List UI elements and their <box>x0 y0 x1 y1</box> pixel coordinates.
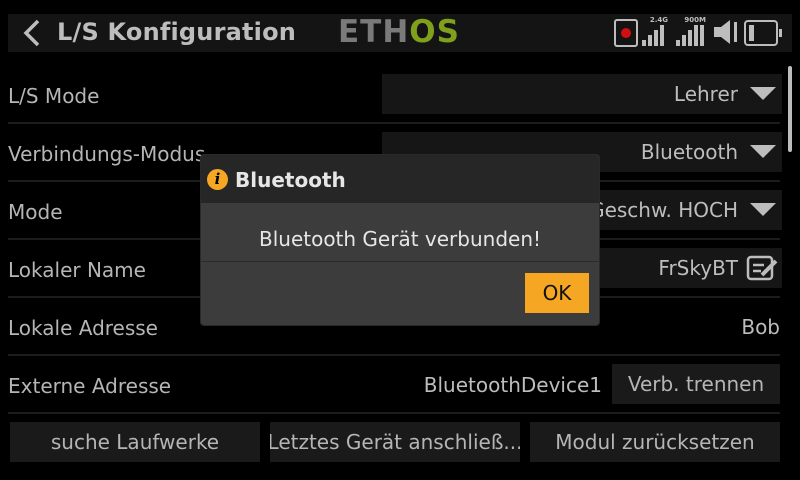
chevron-down-icon <box>750 145 776 158</box>
signal-900m-label: 900M <box>684 16 706 24</box>
setting-row-external-address: Externe Adresse BluetoothDevice1 Verb. t… <box>0 356 786 414</box>
ok-button[interactable]: OK <box>525 273 589 313</box>
record-icon <box>614 19 638 47</box>
connect-last-device-button[interactable]: Letztes Gerät anschließ... <box>270 422 520 462</box>
local-name-label: Lokaler Name <box>8 258 146 282</box>
page-title: L/S Konfiguration <box>57 18 297 46</box>
reset-module-button[interactable]: Modul zurücksetzen <box>530 422 780 462</box>
ls-mode-value: Lehrer <box>673 82 738 106</box>
divider <box>8 412 780 414</box>
local-name-value: FrSkyBT <box>658 256 738 280</box>
search-drives-button[interactable]: suche Laufwerke <box>10 422 260 462</box>
logo-text-os: OS <box>409 14 460 50</box>
info-icon: i <box>207 169 228 190</box>
battery-icon <box>744 20 782 46</box>
chevron-down-icon <box>750 87 776 100</box>
ethos-logo: ETHOS <box>338 14 460 50</box>
signal-icon: 900M <box>676 16 706 46</box>
scrollbar[interactable] <box>788 66 792 152</box>
edit-icon <box>746 255 778 281</box>
dialog-title: Bluetooth <box>235 168 346 192</box>
logo-text-eth: ETH <box>338 14 410 50</box>
speaker-icon <box>714 20 737 44</box>
back-icon <box>23 19 40 47</box>
dialog-message: Bluetooth Gerät verbunden! <box>258 227 542 251</box>
local-address-value: Bob <box>741 315 780 339</box>
chevron-down-icon <box>750 203 776 216</box>
setting-row-ls-mode: L/S Mode Lehrer <box>0 66 786 124</box>
connection-mode-value: Bluetooth <box>640 140 738 164</box>
ls-mode-select[interactable]: Lehrer <box>382 74 782 114</box>
connection-mode-label: Verbindungs-Modus <box>8 142 206 166</box>
external-address-label: Externe Adresse <box>8 374 172 398</box>
bluetooth-dialog: i Bluetooth Bluetooth Gerät verbunden! O… <box>200 154 600 326</box>
dialog-divider <box>201 261 599 262</box>
local-address-label: Lokale Adresse <box>8 316 158 340</box>
dialog-header: i Bluetooth <box>201 155 599 203</box>
ls-mode-label: L/S Mode <box>8 84 100 108</box>
mode-label: Mode <box>8 200 63 224</box>
header-bar: L/S Konfiguration ETHOS 2.4G 900M <box>0 0 800 66</box>
disconnect-button[interactable]: Verb. trennen <box>612 364 780 404</box>
external-address-value: BluetoothDevice1 <box>423 373 602 397</box>
signal-24g-label: 2.4G <box>649 16 668 24</box>
signal-icon: 2.4G <box>642 16 668 46</box>
back-button[interactable] <box>14 16 50 50</box>
mode-value: Geschw. HOCH <box>589 198 738 222</box>
